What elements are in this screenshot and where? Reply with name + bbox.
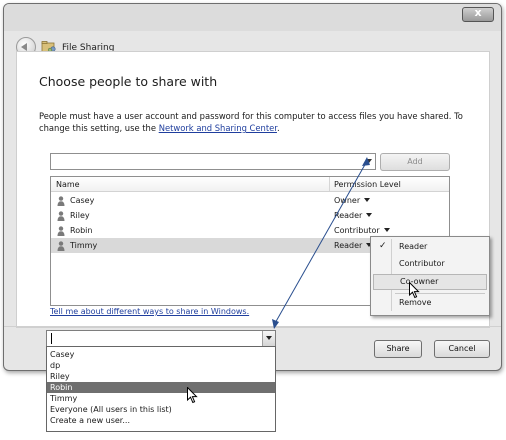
user-picker-combobox[interactable]	[46, 330, 276, 347]
menu-item-co-owner[interactable]: Co-owner	[373, 274, 487, 290]
mouse-pointer-icon	[409, 282, 420, 299]
annotation-line	[273, 160, 368, 326]
dropdown-option-casey[interactable]: Casey	[47, 349, 275, 360]
text-caret	[51, 333, 52, 344]
user-picker-list: Casey dp Riley Robin Timmy Everyone (All…	[46, 346, 276, 432]
permission-context-menu: ✓ Reader Contributor Co-owner Remove	[370, 236, 490, 316]
dropdown-option-robin[interactable]: Robin	[47, 382, 275, 393]
dropdown-option-everyone[interactable]: Everyone (All users in this list)	[47, 404, 275, 415]
menu-item-contributor[interactable]: Contributor	[373, 257, 485, 271]
arrowhead-icon	[362, 157, 370, 166]
mouse-pointer-icon	[187, 387, 198, 404]
arrowhead-icon	[272, 319, 279, 329]
chevron-down-icon[interactable]	[262, 331, 275, 346]
dropdown-option-create-user[interactable]: Create a new user...	[47, 415, 275, 426]
dropdown-option-dp[interactable]: dp	[47, 360, 275, 371]
dropdown-option-riley[interactable]: Riley	[47, 371, 275, 382]
dropdown-option-timmy[interactable]: Timmy	[47, 393, 275, 404]
menu-item-reader[interactable]: ✓ Reader	[373, 240, 485, 254]
menu-item-remove[interactable]: Remove	[373, 296, 485, 310]
checkmark-icon: ✓	[379, 241, 387, 251]
